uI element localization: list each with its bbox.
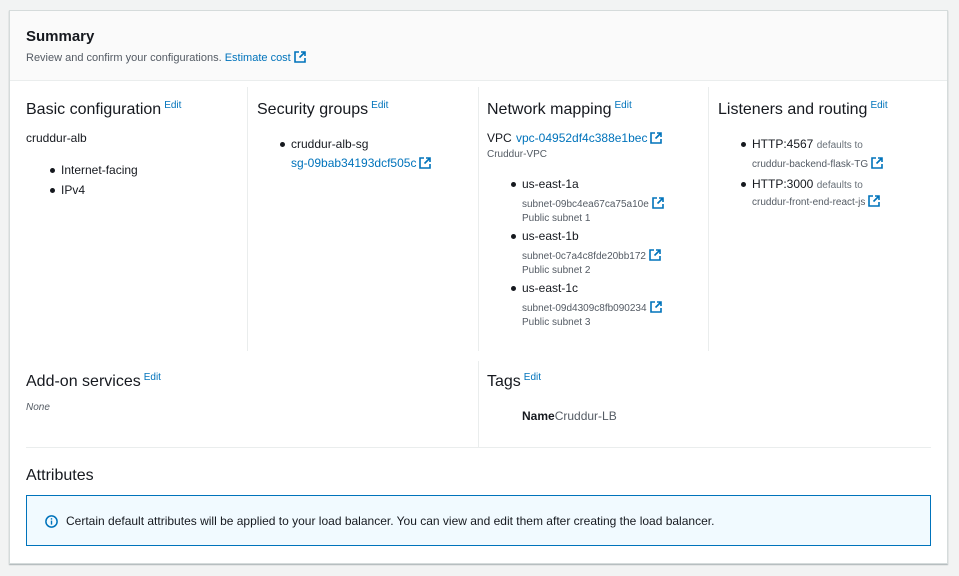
- listeners-edit-link[interactable]: Edit: [870, 100, 887, 111]
- addon-services-value: None: [26, 402, 50, 413]
- network-mapping-title: Network mapping Edit: [487, 100, 632, 119]
- availability-zone: us-east-1a: [522, 177, 579, 191]
- column-divider: [478, 361, 479, 447]
- subnet-id: subnet-0c7a4c8fde20bb172: [522, 251, 646, 262]
- addon-services-title: Add-on services Edit: [26, 372, 161, 391]
- estimate-cost-link[interactable]: Estimate cost: [224, 51, 306, 64]
- info-alert-text: Certain default attributes will be appli…: [66, 514, 715, 528]
- target-group-name: cruddur-front-end-react-js: [752, 197, 866, 208]
- listener-item: HTTP:3000 defaults to: [752, 177, 863, 191]
- bullet: [741, 142, 746, 147]
- subnet-link[interactable]: subnet-09d4309c8fb090234: [522, 301, 662, 314]
- security-group-id-link[interactable]: sg-09bab34193dcf505c: [291, 156, 432, 170]
- vpc-id-link[interactable]: vpc-04952df4c388e1bec: [516, 131, 663, 145]
- listener-protocol-port: HTTP:4567: [752, 137, 814, 151]
- security-group-id: sg-09bab34193dcf505c: [291, 156, 417, 170]
- summary-description: Review and confirm your configurations. …: [26, 51, 306, 64]
- listener-defaults-label: defaults to: [816, 140, 863, 151]
- availability-zone: us-east-1c: [522, 281, 579, 295]
- target-group-link[interactable]: cruddur-backend-flask-TG: [752, 157, 883, 170]
- addon-services-edit-link[interactable]: Edit: [144, 372, 161, 383]
- security-groups-heading: Security groups: [257, 101, 369, 118]
- info-circle-icon: [45, 515, 58, 528]
- vpc-label: VPC: [487, 131, 512, 145]
- subnet-id: subnet-09bc4ea67ca75a10e: [522, 199, 649, 210]
- scheme-item: Internet-facing: [61, 163, 138, 177]
- external-link-icon: [651, 197, 664, 209]
- external-link-icon: [293, 51, 306, 63]
- basic-config-title: Basic configuration Edit: [26, 100, 181, 119]
- bullet: [511, 182, 516, 187]
- bullet: [50, 168, 55, 173]
- subnet-link[interactable]: subnet-09bc4ea67ca75a10e: [522, 197, 664, 210]
- network-mapping-heading: Network mapping: [487, 101, 612, 118]
- tag-value: Cruddur-LB: [554, 409, 617, 423]
- external-link-icon: [419, 157, 432, 169]
- summary-header: Summary Review and confirm your configur…: [10, 11, 947, 81]
- column-divider: [478, 87, 479, 351]
- tags-edit-link[interactable]: Edit: [524, 372, 541, 383]
- summary-panel: Summary Review and confirm your configur…: [9, 10, 948, 564]
- subnet-description: Public subnet 3: [522, 317, 591, 328]
- bullet: [511, 234, 516, 239]
- addon-services-heading: Add-on services: [26, 373, 141, 390]
- tag-row: NameCruddur-LB: [522, 409, 617, 423]
- subnet-description: Public subnet 1: [522, 213, 591, 224]
- basic-config-edit-link[interactable]: Edit: [164, 100, 181, 111]
- network-mapping-edit-link[interactable]: Edit: [615, 100, 632, 111]
- security-group-name: cruddur-alb-sg: [291, 137, 369, 151]
- subnet-link[interactable]: subnet-0c7a4c8fde20bb172: [522, 249, 661, 262]
- info-alert: Certain default attributes will be appli…: [26, 495, 931, 546]
- external-link-icon: [650, 132, 663, 144]
- estimate-cost-label: Estimate cost: [224, 52, 291, 64]
- subnet-id: subnet-09d4309c8fb090234: [522, 303, 647, 314]
- listener-defaults-label: defaults to: [816, 180, 863, 191]
- listeners-heading: Listeners and routing: [718, 101, 868, 118]
- security-groups-title: Security groups Edit: [257, 100, 388, 119]
- bullet: [741, 182, 746, 187]
- section-divider: [26, 447, 931, 448]
- security-groups-edit-link[interactable]: Edit: [371, 100, 388, 111]
- ip-type-item: IPv4: [61, 183, 86, 197]
- basic-config-heading: Basic configuration: [26, 101, 162, 118]
- attributes-title: Attributes: [26, 467, 94, 484]
- lb-name: cruddur-alb: [26, 131, 87, 145]
- tags-title: Tags Edit: [487, 372, 541, 391]
- tags-heading: Tags: [487, 373, 521, 390]
- listeners-title: Listeners and routing Edit: [718, 100, 888, 119]
- tag-key: Name: [522, 409, 555, 423]
- external-link-icon: [649, 249, 661, 261]
- listener-item: HTTP:4567 defaults to: [752, 137, 863, 151]
- target-group-name: cruddur-backend-flask-TG: [752, 159, 869, 170]
- column-divider: [247, 87, 248, 351]
- summary-description-text: Review and confirm your configurations.: [26, 52, 222, 64]
- bullet: [511, 286, 516, 291]
- bullet: [50, 188, 55, 193]
- column-divider: [708, 87, 709, 351]
- vpc-name: Cruddur-VPC: [487, 149, 548, 160]
- listener-protocol-port: HTTP:3000: [752, 177, 814, 191]
- subnet-description: Public subnet 2: [522, 265, 591, 276]
- summary-title: Summary: [26, 28, 95, 45]
- vpc-id: vpc-04952df4c388e1bec: [516, 131, 648, 145]
- target-group-link[interactable]: cruddur-front-end-react-js: [752, 195, 881, 208]
- bullet: [280, 142, 285, 147]
- external-link-icon: [868, 195, 881, 207]
- external-link-icon: [649, 301, 662, 313]
- availability-zone: us-east-1b: [522, 229, 579, 243]
- external-link-icon: [871, 157, 883, 169]
